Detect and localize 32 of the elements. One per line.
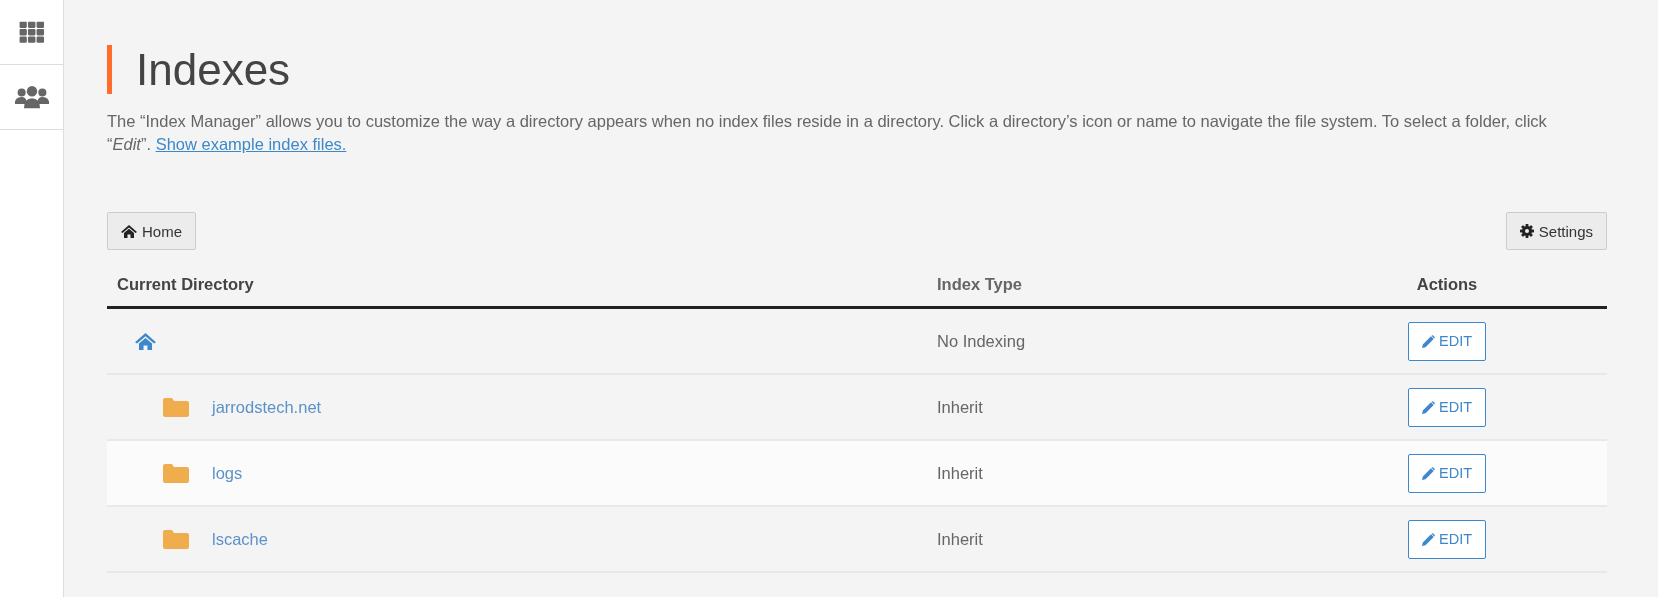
settings-button[interactable]: Settings: [1505, 212, 1607, 250]
folder-icon[interactable]: [163, 397, 189, 417]
page-title: Indexes: [136, 44, 291, 95]
index-type-cell-text: Inherit: [937, 463, 984, 483]
users-icon[interactable]: [14, 85, 49, 109]
column-header: Current Directory: [116, 274, 255, 294]
pencil-icon: [1422, 532, 1435, 546]
column-header: Actions: [1416, 274, 1478, 294]
home-button[interactable]: Home: [107, 212, 196, 250]
edit-button[interactable]: EDIT: [1408, 453, 1486, 493]
pencil-icon: [1422, 400, 1435, 414]
settings-icon: [1519, 224, 1534, 238]
index-type-cell-text: Inherit: [937, 529, 984, 549]
folder-icon[interactable]: [163, 529, 189, 549]
index-type-cell-text: No Indexing: [937, 331, 1027, 351]
example-files-link[interactable]: Show example index files.: [155, 135, 347, 153]
edit-button[interactable]: EDIT: [1408, 321, 1486, 361]
edit-button[interactable]: EDIT: [1408, 519, 1486, 559]
pencil-icon: [1422, 334, 1435, 348]
directory-link[interactable]: lscache: [212, 529, 268, 549]
page-description: The “Index Manager” allows you to customize the way a directory appears when no index files reside in a directory. Click a directory’s icon or name to navigate the file system. To select a folder, click “Edit”. Show example index files.: [107, 111, 1547, 155]
home-icon[interactable]: [135, 332, 156, 350]
edit-button[interactable]: EDIT: [1408, 387, 1486, 427]
folder-icon[interactable]: [163, 463, 189, 483]
pencil-icon: [1422, 466, 1435, 480]
column-header: Index Type: [937, 274, 1023, 294]
apps-grid-icon[interactable]: [18, 21, 45, 43]
index-type-cell-text: Inherit: [937, 397, 984, 417]
directory-link[interactable]: logs: [212, 463, 243, 483]
directory-link[interactable]: jarrodstech.net: [212, 397, 322, 417]
home-icon: [121, 224, 137, 238]
title-accent-bar: [107, 45, 112, 94]
